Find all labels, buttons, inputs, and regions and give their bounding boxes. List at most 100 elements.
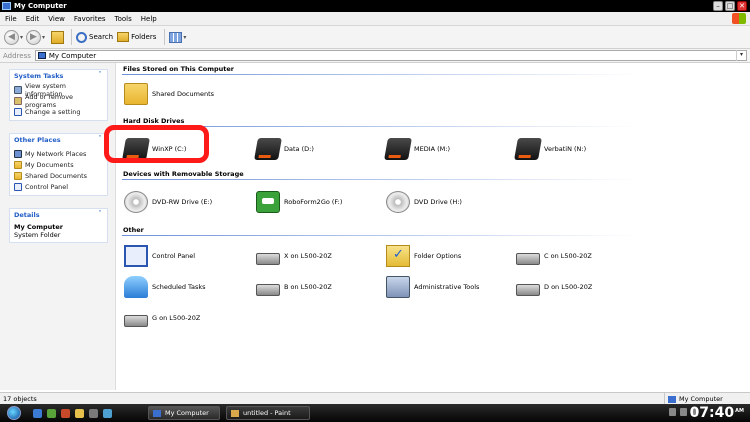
- place-control-panel[interactable]: Control Panel: [14, 181, 103, 192]
- item-label: C on L500-20Z: [544, 252, 592, 260]
- item-g-on-l500[interactable]: G on L500-20Z: [124, 305, 200, 331]
- main-content: Files Stored on This Computer Shared Doc…: [118, 63, 750, 390]
- red-highlight-annotation: [104, 125, 209, 163]
- address-bar: Address My Computer ▾: [0, 49, 750, 63]
- quicklaunch-app-icon[interactable]: [75, 408, 84, 418]
- item-c-on-l500[interactable]: C on L500-20Z: [516, 243, 592, 269]
- item-label: DVD Drive (H:): [414, 198, 462, 206]
- tray-icon[interactable]: [669, 408, 676, 416]
- back-arrow-icon[interactable]: ◀: [4, 29, 19, 45]
- menu-file[interactable]: File: [5, 15, 17, 23]
- taskbar-button-paint[interactable]: untitled - Paint: [226, 406, 310, 420]
- collapse-icon[interactable]: ˄: [96, 71, 104, 79]
- folder-icon: [14, 160, 22, 169]
- roboform-icon: [256, 191, 280, 213]
- network-drive-icon: [516, 283, 540, 296]
- views-icon[interactable]: [169, 31, 183, 43]
- system-info-icon: [14, 85, 22, 94]
- details-title: Details: [14, 211, 40, 219]
- toolbar: ◀ ▾ ▶ ▾ Search Folders ▾: [0, 26, 750, 49]
- quicklaunch-app-icon[interactable]: [61, 408, 70, 418]
- address-dropdown-icon[interactable]: ▾: [736, 50, 746, 61]
- item-label: MEDIA (M:): [414, 145, 451, 153]
- minimize-button[interactable]: –: [713, 1, 723, 11]
- address-input[interactable]: My Computer ▾: [34, 50, 747, 61]
- place-label: My Network Places: [25, 149, 87, 158]
- group-header-removable: Devices with Removable Storage: [123, 170, 244, 178]
- place-label: My Documents: [25, 160, 74, 169]
- status-location-label: My Computer: [679, 395, 723, 403]
- item-drive-f[interactable]: RoboForm2Go (F:): [256, 189, 342, 215]
- internet-explorer-icon[interactable]: [33, 408, 42, 418]
- my-computer-icon: [37, 52, 46, 59]
- item-folder-options[interactable]: Folder Options: [386, 243, 461, 269]
- quicklaunch-app-icon[interactable]: [47, 408, 56, 418]
- back-dropdown-icon[interactable]: ▾: [20, 34, 23, 41]
- quicklaunch-app-icon[interactable]: [103, 408, 112, 418]
- clock[interactable]: 07:40 AM: [690, 404, 744, 422]
- forward-dropdown-icon[interactable]: ▾: [42, 34, 45, 41]
- start-orb-icon[interactable]: [7, 406, 21, 420]
- folder-options-icon: [386, 245, 410, 267]
- item-d-on-l500[interactable]: D on L500-20Z: [516, 274, 592, 300]
- other-places-header[interactable]: Other Places ˄: [10, 134, 107, 146]
- hard-drive-icon: [514, 138, 542, 160]
- folders-icon[interactable]: [117, 32, 130, 42]
- forward-arrow-icon[interactable]: ▶: [26, 29, 42, 45]
- maximize-button[interactable]: □: [725, 1, 735, 11]
- item-drive-e[interactable]: DVD-RW Drive (E:): [124, 189, 212, 215]
- title-bar[interactable]: My Computer – □ ✕: [0, 0, 750, 12]
- toolbar-separator: [71, 29, 73, 45]
- item-scheduled-tasks[interactable]: Scheduled Tasks: [124, 274, 205, 300]
- group-divider: [122, 235, 638, 236]
- views-dropdown-icon[interactable]: ▾: [183, 34, 186, 41]
- item-label: Scheduled Tasks: [152, 283, 206, 291]
- item-x-on-l500[interactable]: X on L500-20Z: [256, 243, 332, 269]
- item-label: B on L500-20Z: [284, 283, 332, 291]
- item-drive-m[interactable]: MEDIA (M:): [384, 136, 451, 162]
- menu-view[interactable]: View: [48, 15, 65, 23]
- search-button[interactable]: Search: [89, 33, 113, 41]
- item-label: Administrative Tools: [414, 283, 480, 291]
- item-drive-h[interactable]: DVD Drive (H:): [386, 189, 462, 215]
- item-administrative-tools[interactable]: Administrative Tools: [386, 274, 479, 300]
- place-shared-documents[interactable]: Shared Documents: [14, 170, 103, 181]
- clock-ampm: AM: [735, 408, 744, 414]
- dvd-drive-icon: [124, 191, 148, 213]
- search-icon[interactable]: [76, 31, 88, 43]
- quicklaunch-app-icon[interactable]: [89, 408, 98, 418]
- system-tasks-header[interactable]: System Tasks ˄: [10, 70, 107, 82]
- item-shared-documents[interactable]: Shared Documents: [124, 81, 214, 107]
- item-label: DVD-RW Drive (E:): [152, 198, 213, 206]
- collapse-icon[interactable]: ˄: [96, 210, 104, 218]
- details-header[interactable]: Details ˄: [10, 209, 107, 221]
- close-button[interactable]: ✕: [737, 1, 747, 11]
- task-add-remove-programs[interactable]: Add or remove programs: [14, 93, 103, 109]
- folders-button[interactable]: Folders: [131, 33, 156, 41]
- my-computer-icon: [153, 409, 161, 417]
- collapse-icon[interactable]: ˄: [96, 135, 104, 143]
- item-label: D on L500-20Z: [544, 283, 593, 291]
- volume-icon[interactable]: [680, 408, 687, 416]
- menu-tools[interactable]: Tools: [115, 15, 132, 23]
- place-my-documents[interactable]: My Documents: [14, 159, 103, 170]
- item-label: Folder Options: [414, 252, 462, 260]
- item-label: RoboForm2Go (F:): [284, 198, 343, 206]
- up-folder-icon[interactable]: [51, 30, 65, 44]
- taskbar-button-my-computer[interactable]: My Computer: [148, 406, 220, 420]
- item-label: X on L500-20Z: [284, 252, 332, 260]
- menu-help[interactable]: Help: [141, 15, 157, 23]
- item-drive-n[interactable]: VerbatiN (N:): [514, 136, 587, 162]
- item-label: VerbatiN (N:): [544, 145, 587, 153]
- place-network[interactable]: My Network Places: [14, 148, 103, 159]
- item-b-on-l500[interactable]: B on L500-20Z: [256, 274, 332, 300]
- administrative-tools-icon: [386, 276, 410, 298]
- item-drive-d[interactable]: Data (D:): [254, 136, 314, 162]
- menu-edit[interactable]: Edit: [26, 15, 40, 23]
- hard-drive-icon: [384, 138, 412, 160]
- status-bar: 17 objects My Computer: [0, 392, 750, 405]
- window-title: My Computer: [14, 2, 67, 10]
- scheduled-tasks-icon: [124, 276, 148, 298]
- menu-favorites[interactable]: Favorites: [74, 15, 106, 23]
- item-control-panel[interactable]: Control Panel: [124, 243, 195, 269]
